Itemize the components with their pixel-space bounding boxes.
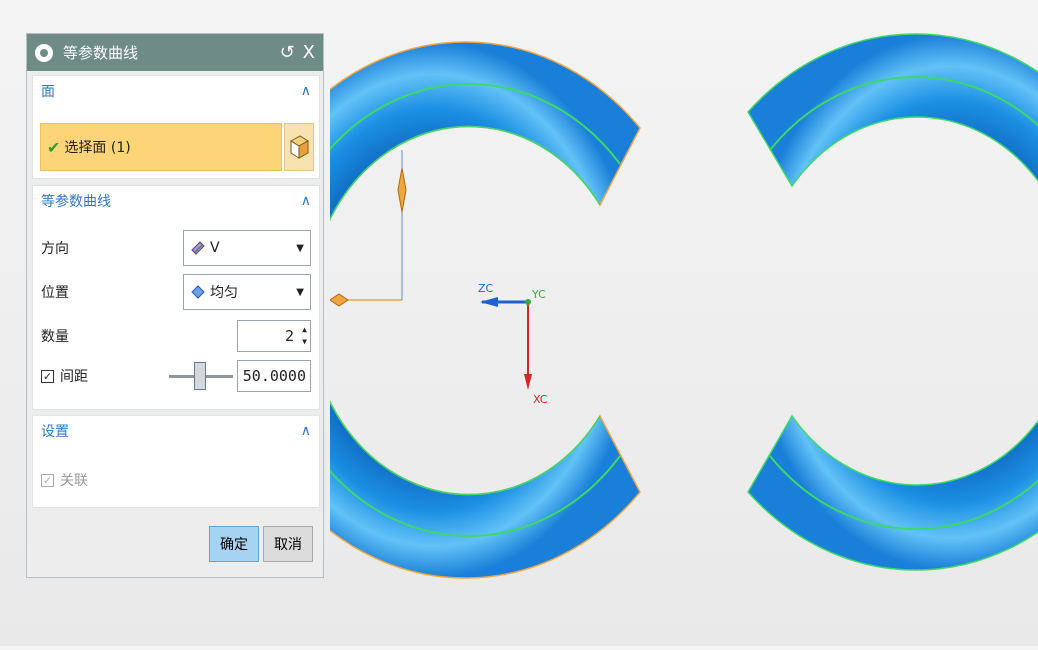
count-label: 数量 [41, 329, 69, 345]
associative-row: ✓ 关联 [41, 462, 311, 498]
checkmark-icon: ✔ [47, 137, 61, 157]
close-icon[interactable]: X [303, 42, 315, 63]
direction-value: V [210, 240, 220, 256]
dialog-titlebar: 等参数曲线 ↺ X [27, 34, 323, 71]
position-label: 位置 [41, 285, 69, 301]
count-stepper[interactable]: 2 ▲ ▼ [237, 320, 311, 352]
slider-thumb[interactable] [194, 362, 206, 390]
chevron-up-icon[interactable]: ∧ [301, 83, 311, 99]
face-select-button[interactable] [284, 123, 314, 171]
curve-group: 等参数曲线 ∧ 方向 V ▼ 位置 均匀 ▼ 数量 2 ▲ ▼ ✓ 间距 50.… [32, 185, 320, 410]
viewport-canvas: ZC YC XC [226, 33, 1038, 579]
dialog-title: 等参数曲线 [63, 44, 139, 62]
position-value: 均匀 [210, 285, 238, 301]
settings-group: 设置 ∧ ✓ 关联 [32, 415, 320, 508]
face-group-title: 面 [41, 84, 55, 100]
position-icon [191, 285, 205, 299]
axis-label-yc: YC [531, 288, 546, 301]
curve-group-title: 等参数曲线 [41, 194, 111, 210]
spacing-row: ✓ 间距 50.0000 [41, 358, 311, 394]
count-row: 数量 2 ▲ ▼ [41, 318, 311, 354]
associative-checkbox: ✓ [41, 473, 54, 487]
select-face-row[interactable]: ✔ 选择面 (1) [40, 123, 282, 171]
spacing-value: 50.0000 [242, 367, 306, 385]
select-face-label: 选择面 (1) [64, 140, 131, 156]
curve-group-header[interactable]: 等参数曲线 ∧ [33, 186, 319, 216]
face-select-icon [290, 135, 309, 159]
chevron-down-icon: ▼ [296, 242, 304, 254]
spacing-label: 间距 [60, 369, 88, 385]
ok-button[interactable]: 确定 [209, 526, 259, 562]
graphics-viewport[interactable]: ZC YC XC [226, 0, 1038, 646]
reset-icon[interactable]: ↺ [280, 42, 295, 63]
direction-select[interactable]: V ▼ [183, 230, 311, 266]
chevron-down-icon: ▼ [296, 286, 304, 298]
isoparametric-curve-dialog: 等参数曲线 ↺ X 面 ∧ ✔ 选择面 (1) 等参数曲线 ∧ 方向 V ▼ 位… [26, 33, 324, 578]
settings-group-header[interactable]: 设置 ∧ [33, 416, 319, 446]
left-torus-segment[interactable] [226, 41, 641, 579]
direction-row: 方向 V ▼ [41, 230, 311, 266]
chevron-up-icon[interactable]: ∧ [301, 423, 311, 439]
spacing-checkbox[interactable]: ✓ [41, 369, 54, 383]
stepper-arrows-icon[interactable]: ▲ ▼ [302, 324, 307, 348]
position-select[interactable]: 均匀 ▼ [183, 274, 311, 310]
right-torus-segment[interactable] [747, 33, 1038, 571]
chevron-up-icon[interactable]: ∧ [301, 193, 311, 209]
direction-icon [191, 241, 205, 255]
count-value: 2 [284, 327, 294, 345]
spacing-input[interactable]: 50.0000 [237, 360, 311, 392]
spacing-slider[interactable] [169, 360, 233, 392]
axis-label-xc: XC [533, 393, 548, 406]
cancel-button[interactable]: 取消 [263, 526, 313, 562]
coordinate-triad-icon [480, 297, 532, 390]
face-group-header[interactable]: 面 ∧ [33, 76, 319, 106]
direction-label: 方向 [41, 241, 69, 257]
associative-label: 关联 [60, 473, 88, 489]
gear-icon [35, 43, 53, 62]
settings-group-title: 设置 [41, 424, 69, 440]
position-row: 位置 均匀 ▼ [41, 274, 311, 310]
axis-label-zc: ZC [478, 282, 494, 295]
